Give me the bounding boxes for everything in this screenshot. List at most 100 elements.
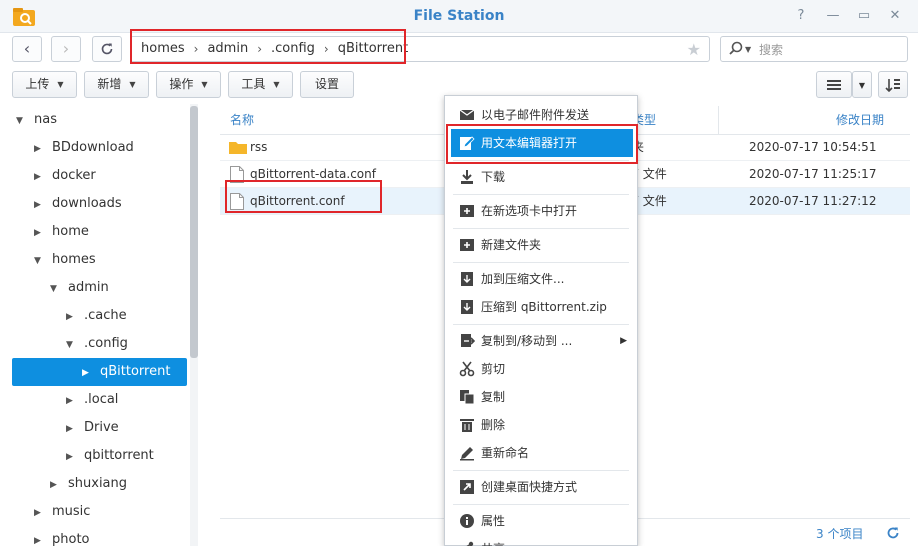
- scrollbar-thumb[interactable]: [190, 106, 198, 358]
- menu-item[interactable]: 创建桌面快捷方式: [445, 473, 637, 501]
- window-title: File Station: [413, 8, 505, 24]
- chevron-down-icon[interactable]: ▼: [50, 275, 62, 303]
- menu-item-label: 属性: [481, 514, 506, 528]
- chevron-right-icon[interactable]: ▶: [34, 219, 46, 247]
- sidebar-item-label: downloads: [52, 196, 122, 211]
- menu-item[interactable]: 复制: [445, 383, 637, 411]
- file-modified: 2020-07-17 11:27:12: [749, 194, 877, 208]
- sidebar-item[interactable]: ▶ qbittorrent: [66, 442, 154, 470]
- menu-item[interactable]: 属性: [445, 507, 637, 535]
- copy-move-icon: [461, 334, 475, 347]
- cut-icon: [459, 361, 475, 377]
- action-label: 操作: [169, 77, 194, 91]
- chevron-down-icon[interactable]: ▼: [34, 247, 46, 275]
- sidebar-item-label: shuxiang: [68, 476, 128, 491]
- upload-button[interactable]: 上传 ▼: [12, 71, 77, 98]
- chevron-right-icon[interactable]: ▶: [34, 135, 46, 163]
- sidebar-item[interactable]: ▶ Drive: [66, 414, 119, 442]
- sidebar-item[interactable]: ▶ .cache: [66, 302, 127, 330]
- chevron-right-icon[interactable]: ▶: [34, 499, 46, 527]
- settings-button[interactable]: 设置: [300, 71, 354, 98]
- menu-item[interactable]: 剪切: [445, 355, 637, 383]
- refresh-button[interactable]: [92, 36, 122, 62]
- sort-button[interactable]: [878, 71, 908, 98]
- menu-separator: [453, 324, 629, 325]
- trash-icon: [460, 419, 474, 432]
- menu-item[interactable]: 删除: [445, 411, 637, 439]
- help-icon[interactable]: ?: [794, 9, 808, 23]
- menu-item[interactable]: 复制到/移动到 ... ▶: [445, 327, 637, 355]
- menu-item[interactable]: 重新命名: [445, 439, 637, 467]
- sidebar-item[interactable]: ▼ nas: [16, 106, 57, 134]
- favorite-star-icon[interactable]: ★: [687, 40, 701, 59]
- new-tab-icon: [460, 205, 474, 217]
- sidebar-item[interactable]: ▶ BDdownload: [34, 134, 134, 162]
- sidebar-item-label: BDdownload: [52, 140, 134, 155]
- refresh-icon[interactable]: [886, 526, 900, 540]
- chevron-right-icon[interactable]: ▶: [66, 387, 78, 415]
- view-mode-button[interactable]: [816, 71, 852, 98]
- sidebar-item[interactable]: ▶ home: [34, 218, 89, 246]
- sidebar-item[interactable]: ▶ qBittorrent: [82, 358, 170, 386]
- sidebar-item[interactable]: ▶ photo: [34, 526, 90, 546]
- chevron-right-icon[interactable]: ▶: [66, 443, 78, 471]
- chevron-down-icon: ▼: [858, 81, 866, 90]
- menu-item[interactable]: 下载: [445, 163, 637, 191]
- menu-item[interactable]: 加到压缩文件...: [445, 265, 637, 293]
- highlight-box-file: [225, 180, 382, 213]
- create-button[interactable]: 新增 ▼: [84, 71, 149, 98]
- search-placeholder: 搜索: [759, 43, 784, 57]
- chevron-down-icon[interactable]: ▼: [16, 107, 28, 135]
- sidebar-item[interactable]: ▼ admin: [50, 274, 109, 302]
- menu-item[interactable]: 共享: [445, 535, 637, 546]
- column-header-modified[interactable]: 修改日期: [836, 106, 884, 134]
- chevron-right-icon[interactable]: ▶: [82, 359, 94, 387]
- sidebar-item[interactable]: ▼ .config: [66, 330, 128, 358]
- menu-item-label: 共享: [481, 535, 505, 546]
- chevron-down-icon: ▼: [273, 80, 280, 89]
- sidebar-item[interactable]: ▶ shuxiang: [50, 470, 127, 498]
- action-button[interactable]: 操作 ▼: [156, 71, 221, 98]
- chevron-right-icon[interactable]: ▶: [34, 527, 46, 546]
- chevron-right-icon[interactable]: ▶: [66, 303, 78, 331]
- sidebar-item-label: .local: [84, 392, 119, 407]
- chevron-right-icon[interactable]: ▶: [50, 471, 62, 499]
- menu-item[interactable]: 压缩到 qBittorrent.zip: [445, 293, 637, 321]
- chevron-right-icon[interactable]: ▶: [34, 191, 46, 219]
- chevron-right-icon[interactable]: ▶: [34, 163, 46, 191]
- search-input[interactable]: ▼ 搜索: [720, 36, 908, 62]
- sidebar-item[interactable]: ▶ .local: [66, 386, 118, 414]
- sidebar-item-label: admin: [68, 280, 109, 295]
- sidebar-item[interactable]: ▼ homes: [34, 246, 96, 274]
- chevron-down-icon[interactable]: ▼: [745, 45, 751, 54]
- menu-item[interactable]: 新建文件夹: [445, 231, 637, 259]
- chevron-down-icon[interactable]: ▼: [66, 331, 78, 359]
- forward-button[interactable]: ›: [51, 36, 81, 62]
- sidebar-item[interactable]: ▶ downloads: [34, 190, 122, 218]
- tools-button[interactable]: 工具 ▼: [228, 71, 293, 98]
- view-mode-dropdown[interactable]: ▼: [852, 71, 872, 98]
- sidebar-item-label: .cache: [84, 308, 127, 323]
- back-button[interactable]: ‹: [12, 36, 42, 62]
- sidebar-item[interactable]: ▶ music: [34, 498, 90, 526]
- minimize-icon[interactable]: —: [826, 9, 840, 23]
- menu-item[interactable]: 在新选项卡中打开: [445, 197, 637, 225]
- sidebar-item-label: homes: [52, 252, 96, 267]
- download-icon: [461, 170, 473, 184]
- close-icon[interactable]: ✕: [888, 9, 902, 23]
- column-header-name[interactable]: 名称: [230, 106, 254, 134]
- menu-item-label: 创建桌面快捷方式: [481, 480, 578, 494]
- chevron-right-icon[interactable]: ▶: [66, 415, 78, 443]
- new-folder-icon: [460, 239, 474, 251]
- menu-separator: [453, 470, 629, 471]
- sidebar-item-label: photo: [52, 532, 90, 546]
- menu-item-label: 下载: [481, 170, 506, 184]
- folder-tree: ▼ nas ▶ BDdownload ▶ docker ▶ downloads ▶ home ▼ ho…: [0, 104, 205, 546]
- chevron-right-icon: ▶: [620, 336, 627, 346]
- maximize-icon[interactable]: ▭: [857, 9, 871, 23]
- menu-item-label: 新建文件夹: [481, 238, 542, 252]
- sidebar-item-label: qbittorrent: [84, 448, 154, 463]
- list-view-icon: [827, 80, 841, 90]
- highlight-box-path: [130, 29, 406, 64]
- sidebar-item[interactable]: ▶ docker: [34, 162, 96, 190]
